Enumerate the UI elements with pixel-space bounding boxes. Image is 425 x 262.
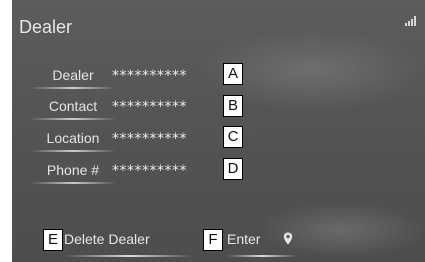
phone-label: Phone # xyxy=(30,162,116,184)
location-value: ********** xyxy=(112,131,187,147)
dealer-label: Dealer xyxy=(30,67,116,89)
enter-underline xyxy=(227,255,297,257)
page-title: Dealer xyxy=(19,17,73,37)
callout-c: C xyxy=(223,126,243,148)
dealer-value: ********** xyxy=(112,68,187,84)
delete-dealer-button[interactable]: Delete Dealer xyxy=(64,231,194,257)
signal-icon xyxy=(405,16,417,26)
callout-a: A xyxy=(223,63,243,85)
delete-dealer-label: Delete Dealer xyxy=(64,231,150,247)
callout-d: D xyxy=(223,158,243,180)
location-label: Location xyxy=(30,130,116,152)
contact-label: Contact xyxy=(30,98,116,120)
enter-label: Enter xyxy=(227,231,261,247)
dealer-screen: Dealer Dealer ********** Contact *******… xyxy=(12,0,425,262)
phone-value: ********** xyxy=(112,163,187,179)
contact-value: ********** xyxy=(112,99,187,115)
delete-dealer-underline xyxy=(64,255,194,257)
callout-e: E xyxy=(43,229,63,251)
map-pin-icon xyxy=(283,232,293,245)
enter-button[interactable]: Enter xyxy=(227,231,297,257)
callout-b: B xyxy=(223,95,243,117)
callout-f: F xyxy=(203,229,223,251)
